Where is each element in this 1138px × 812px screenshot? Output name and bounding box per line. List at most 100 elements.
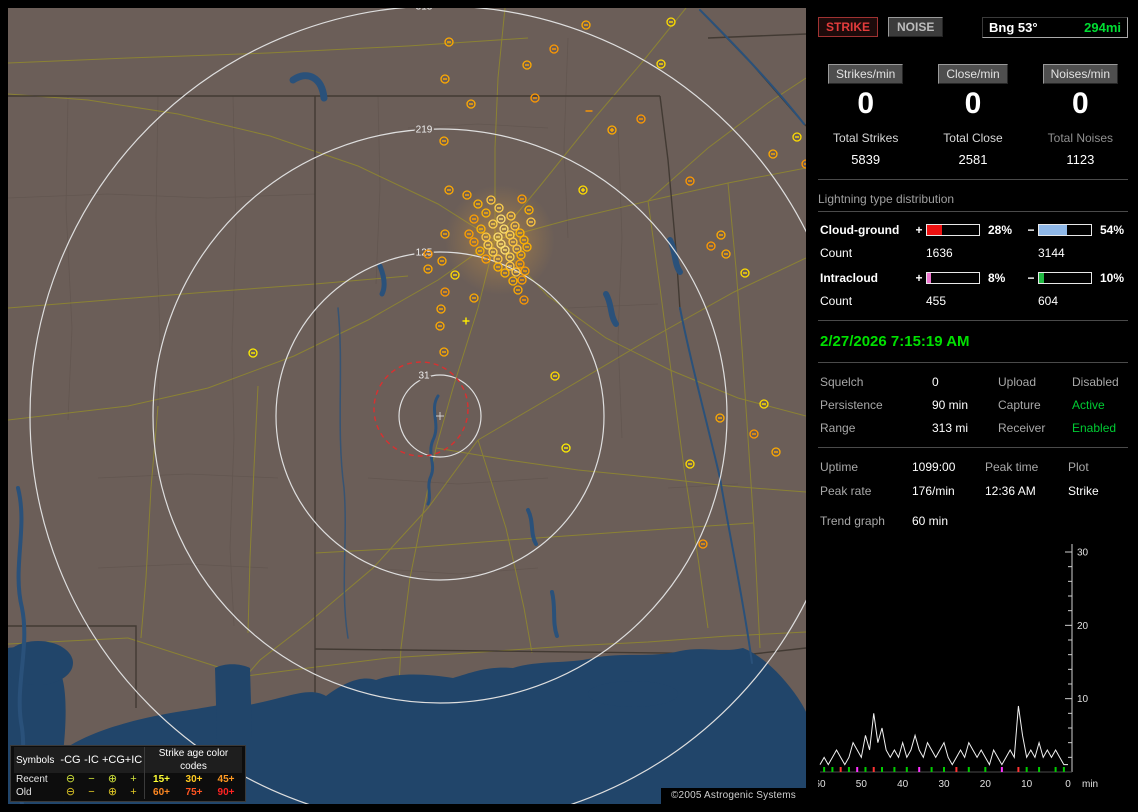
uptime-label: Uptime	[820, 460, 859, 474]
distribution-title: Lightning type distribution	[818, 192, 1128, 212]
svg-text:10: 10	[1021, 779, 1033, 790]
neg-ic-recent-icon: −	[88, 773, 95, 785]
map-panel[interactable]: 31125219313 Symbols -CG -IC +CG +IC Stri…	[3, 0, 851, 812]
cg-positive-count: 1636	[926, 246, 953, 260]
mode-toolbar: STRIKE NOISE Bng 53° 294mi	[818, 16, 1128, 38]
bearing-value: Bng 53°	[989, 19, 1038, 35]
legend-type-pos-ic: +IC	[124, 753, 143, 766]
range-ring-label: 219	[416, 125, 433, 136]
peak-rate-value: 176/min	[912, 484, 955, 498]
age-60-label: 60+	[144, 786, 178, 799]
ic-negative-bar	[1038, 272, 1092, 284]
minus-sign: −	[1027, 223, 1035, 237]
squelch-value: 0	[932, 375, 939, 389]
peak-rate-label: Peak rate	[820, 484, 872, 498]
divider	[818, 362, 1128, 363]
copyright-text: ©2005 Astrogenic Systems	[660, 788, 806, 804]
intracloud-count-row: Count 455 604	[820, 294, 1134, 308]
map-canvas[interactable]: 31125219313	[3, 0, 851, 812]
pos-cg-old-icon: ⊕	[107, 786, 118, 798]
pos-ic-recent-icon: +	[130, 773, 137, 785]
range-value: 313 mi	[932, 421, 969, 435]
legend-type-neg-ic: -IC	[84, 753, 99, 766]
persistence-value: 90 min	[932, 398, 969, 412]
ic-positive-pct: 8%	[988, 271, 1006, 285]
ic-negative-pct: 10%	[1100, 271, 1125, 285]
cloud-ground-label: Cloud-ground	[820, 223, 900, 237]
range-ring-label: 31	[418, 371, 430, 382]
legend-recent-label: Recent	[16, 774, 48, 785]
upload-label: Upload	[998, 375, 1037, 389]
peak-time-label: Peak time	[985, 460, 1039, 474]
count-label: Count	[820, 246, 853, 260]
plot-label: Plot	[1068, 460, 1089, 474]
legend-type-pos-cg: +CG	[102, 753, 125, 766]
peak-time-value: 12:36 AM	[985, 484, 1036, 498]
plot-value: Strike	[1068, 484, 1099, 498]
svg-text:40: 40	[897, 779, 909, 790]
trend-graph-window: 60 min	[912, 514, 949, 528]
cg-positive-pct: 28%	[988, 223, 1013, 237]
persistence-label: Persistence	[820, 398, 883, 412]
pos-ic-old-icon: +	[130, 786, 137, 798]
neg-ic-old-icon: −	[88, 786, 95, 798]
bearing-range-panel: Bng 53° 294mi	[982, 16, 1128, 38]
range-ring-label: 313	[416, 8, 433, 13]
neg-cg-recent-icon: ⊖	[65, 773, 76, 785]
control-sidebar: STRIKE NOISE Bng 53° 294mi Strikes/min 0…	[812, 8, 1134, 804]
trend-graph: 10 20 30 60 50 40 30 20 10 0 min	[818, 544, 1098, 790]
age-45-label: 45+	[217, 774, 235, 785]
total-close-value: 2581	[958, 152, 988, 167]
total-noises-value: 1123	[1066, 152, 1095, 167]
legend-age-header: Strike age color codes	[144, 747, 242, 773]
age-15-label: 15+	[144, 773, 178, 786]
age-30-label: 30+	[185, 774, 203, 785]
ic-negative-count: 604	[1038, 294, 1059, 308]
total-strikes-value: 5839	[851, 152, 881, 167]
datetime-display: 2/27/2026 7:15:19 AM	[820, 333, 970, 350]
minus-sign: −	[1027, 271, 1035, 285]
legend-type-neg-cg: -CG	[60, 753, 81, 766]
plus-sign: +	[915, 271, 923, 285]
noises-column: Noises/min 0 Total Noises 1123	[1027, 64, 1134, 167]
range-label: Range	[820, 421, 856, 435]
svg-text:30: 30	[1077, 548, 1089, 559]
ic-positive-bar	[926, 272, 980, 284]
svg-text:0: 0	[1065, 779, 1071, 790]
noises-per-min-button[interactable]: Noises/min	[1042, 64, 1118, 84]
close-per-min-button[interactable]: Close/min	[938, 64, 1008, 84]
total-strikes-label: Total Strikes	[832, 131, 899, 145]
svg-text:20: 20	[1077, 621, 1089, 632]
divider	[818, 320, 1128, 321]
ic-positive-count: 455	[926, 294, 947, 308]
strike-legend: Symbols -CG -IC +CG +IC Strike age color…	[10, 745, 246, 802]
strikes-column: Strikes/min 0 Total Strikes 5839	[812, 64, 919, 167]
bearing-distance-value: 294mi	[1084, 19, 1121, 35]
legend-symbols-header: Symbols	[16, 754, 55, 766]
cg-negative-pct: 54%	[1100, 223, 1125, 237]
svg-text:10: 10	[1077, 694, 1089, 705]
receiver-value: Enabled	[1072, 421, 1117, 435]
total-noises-label: Total Noises	[1047, 131, 1114, 145]
legend-old-label: Old	[16, 787, 32, 798]
svg-text:50: 50	[856, 779, 868, 790]
svg-text:60: 60	[818, 779, 826, 790]
svg-text:20: 20	[980, 779, 992, 790]
total-close-label: Total Close	[943, 131, 1003, 145]
svg-text:30: 30	[938, 779, 950, 790]
noise-mode-button[interactable]: NOISE	[888, 17, 944, 37]
close-column: Close/min 0 Total Close 2581	[919, 64, 1026, 167]
stats-grid: Uptime 1099:00 Peak time Plot Peak rate …	[820, 460, 1134, 498]
strike-mode-button[interactable]: STRIKE	[818, 17, 879, 37]
rate-counters: Strikes/min 0 Total Strikes 5839 Close/m…	[812, 64, 1134, 167]
noises-per-min-value: 0	[1071, 87, 1089, 120]
plus-sign: +	[915, 223, 923, 237]
count-label: Count	[820, 294, 853, 308]
capture-label: Capture	[998, 398, 1041, 412]
cg-negative-count: 3144	[1038, 246, 1065, 260]
strikes-per-min-value: 0	[857, 87, 874, 120]
squelch-label: Squelch	[820, 375, 864, 389]
capture-value: Active	[1072, 398, 1105, 412]
strikes-per-min-button[interactable]: Strikes/min	[827, 64, 904, 84]
intracloud-label: Intracloud	[820, 271, 879, 285]
